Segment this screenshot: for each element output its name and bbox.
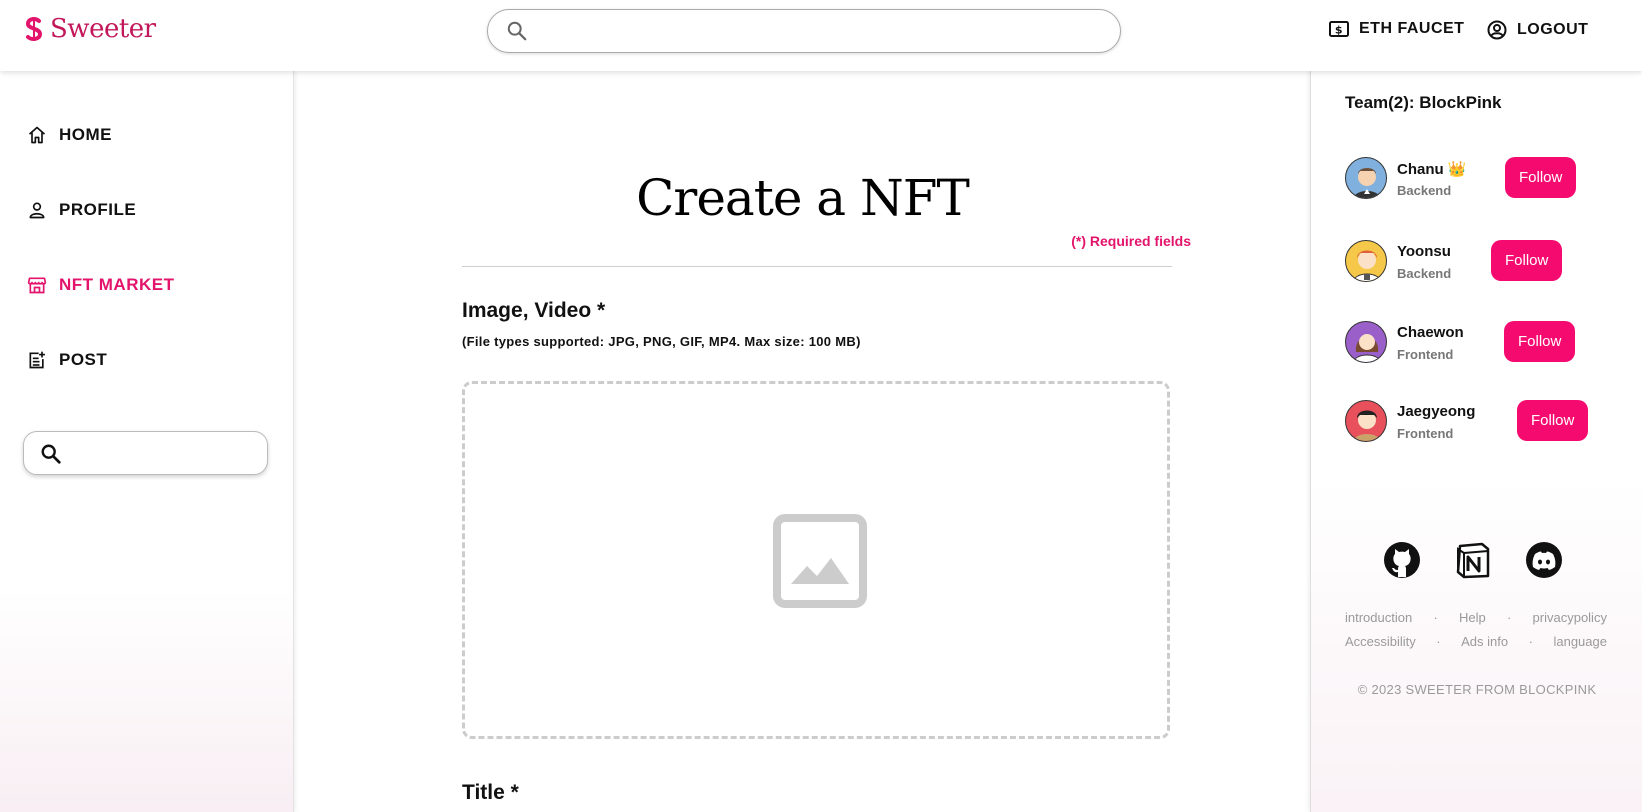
- member-name: Chaewon: [1397, 324, 1464, 341]
- team-member: Chaewon Frontend Follow: [1345, 321, 1625, 365]
- sidebar-item-label: PROFILE: [59, 200, 137, 219]
- footer-link-privacypolicy[interactable]: privacypolicy: [1533, 606, 1607, 630]
- discord-icon[interactable]: [1525, 541, 1563, 579]
- post-add-icon: [29, 351, 45, 369]
- member-role: Backend: [1397, 266, 1452, 281]
- avatar-illustration: [1353, 334, 1381, 362]
- team-title: Team(2): BlockPink: [1345, 93, 1502, 112]
- follow-button[interactable]: Follow: [1517, 400, 1589, 441]
- create-nft-form: Create a NFT (*) Required fields Image, …: [295, 71, 1310, 812]
- follow-button[interactable]: Follow: [1504, 321, 1576, 362]
- page-title: Create a NFT: [636, 169, 970, 227]
- footer-links-row: introduction · Help · privacypolicy: [1345, 606, 1607, 630]
- avatar[interactable]: [1345, 321, 1387, 363]
- follow-button[interactable]: Follow: [1505, 157, 1577, 198]
- copyright-text: © 2023 SWEETER FROM BLOCKPINK: [1357, 682, 1597, 697]
- footer-link-help[interactable]: Help: [1459, 606, 1486, 630]
- sidebar-item-home[interactable]: HOME: [27, 125, 112, 145]
- sidebar-item-post[interactable]: POST: [27, 350, 107, 370]
- header-search-input[interactable]: [540, 18, 1100, 44]
- sidebar-search[interactable]: [23, 431, 268, 475]
- avatar-illustration: [1353, 168, 1381, 198]
- member-role: Backend: [1397, 183, 1452, 198]
- search-icon: [41, 444, 61, 464]
- image-placeholder-icon: [773, 514, 867, 608]
- footer-separator: ·: [1433, 610, 1438, 625]
- left-sidebar: HOME PROFILE NFT MARKET POST: [0, 71, 294, 812]
- eth-faucet-label: ETH FAUCET: [1359, 20, 1465, 37]
- dollar-bill-icon: $: [1329, 21, 1349, 37]
- member-name: Yoonsu: [1397, 243, 1451, 260]
- sidebar-item-nft-market[interactable]: NFT MARKET: [27, 275, 174, 295]
- media-field-label: Image, Video *: [462, 299, 606, 322]
- sidebar-item-label: NFT MARKET: [59, 275, 175, 294]
- top-bar: Sweeter $ ETH FAUCET LOGOUT: [0, 0, 1642, 71]
- footer-link-accessibility[interactable]: Accessibility: [1345, 630, 1416, 654]
- svg-text:$: $: [1335, 24, 1343, 37]
- avatar-illustration: [1353, 250, 1381, 281]
- eth-faucet-link[interactable]: $ ETH FAUCET: [1329, 20, 1464, 38]
- logout-link[interactable]: LOGOUT: [1487, 20, 1588, 40]
- avatar[interactable]: [1345, 240, 1387, 282]
- team-member: Jaegyeong Frontend Follow: [1345, 400, 1625, 444]
- home-icon: [28, 126, 46, 144]
- search-icon: [507, 21, 527, 41]
- header-search[interactable]: [487, 9, 1121, 53]
- member-role: Frontend: [1397, 426, 1454, 441]
- sidebar-item-profile[interactable]: PROFILE: [27, 200, 136, 220]
- footer-links: introduction · Help · privacypolicy Acce…: [1345, 606, 1607, 654]
- media-field-hint: (File types supported: JPG, PNG, GIF, MP…: [462, 334, 861, 349]
- brand-logo[interactable]: Sweeter: [24, 14, 156, 44]
- sweeter-logo-icon: [25, 17, 43, 41]
- sidebar-search-input[interactable]: [72, 441, 257, 467]
- footer-separator: ·: [1436, 634, 1441, 649]
- member-name: Jaegyeong: [1397, 403, 1476, 420]
- footer-links-row: Accessibility · Ads info · language: [1345, 630, 1607, 654]
- notion-icon[interactable]: [1454, 541, 1492, 579]
- logout-label: LOGOUT: [1517, 21, 1589, 38]
- brand-name: Sweeter: [50, 14, 156, 44]
- footer-link-introduction[interactable]: introduction: [1345, 606, 1412, 630]
- social-links: [1383, 541, 1563, 579]
- footer-link-language[interactable]: language: [1553, 630, 1607, 654]
- github-icon[interactable]: [1383, 541, 1421, 579]
- follow-button[interactable]: Follow: [1491, 240, 1563, 281]
- team-member: Chanu 👑 Backend Follow: [1345, 157, 1625, 201]
- footer-link-ads-info[interactable]: Ads info: [1461, 630, 1508, 654]
- title-divider: [462, 266, 1172, 267]
- footer-separator: ·: [1528, 634, 1533, 649]
- store-icon: [27, 277, 47, 294]
- member-role: Frontend: [1397, 347, 1454, 362]
- avatar[interactable]: [1345, 400, 1387, 442]
- media-dropzone[interactable]: [462, 381, 1170, 739]
- title-field-label: Title *: [462, 781, 519, 804]
- avatar-illustration: [1353, 410, 1381, 441]
- team-member: Yoonsu Backend Follow: [1345, 240, 1625, 284]
- sidebar-item-label: POST: [59, 350, 108, 369]
- right-panel: Team(2): BlockPink Chanu 👑 Backend Follo…: [1310, 71, 1642, 812]
- footer-separator: ·: [1506, 610, 1512, 625]
- account-circle-icon: [1487, 20, 1507, 40]
- sidebar-item-label: HOME: [59, 125, 112, 144]
- required-fields-note: (*) Required fields: [1071, 233, 1191, 249]
- member-name: Chanu 👑: [1397, 161, 1467, 178]
- avatar[interactable]: [1345, 157, 1387, 199]
- user-icon: [29, 202, 45, 219]
